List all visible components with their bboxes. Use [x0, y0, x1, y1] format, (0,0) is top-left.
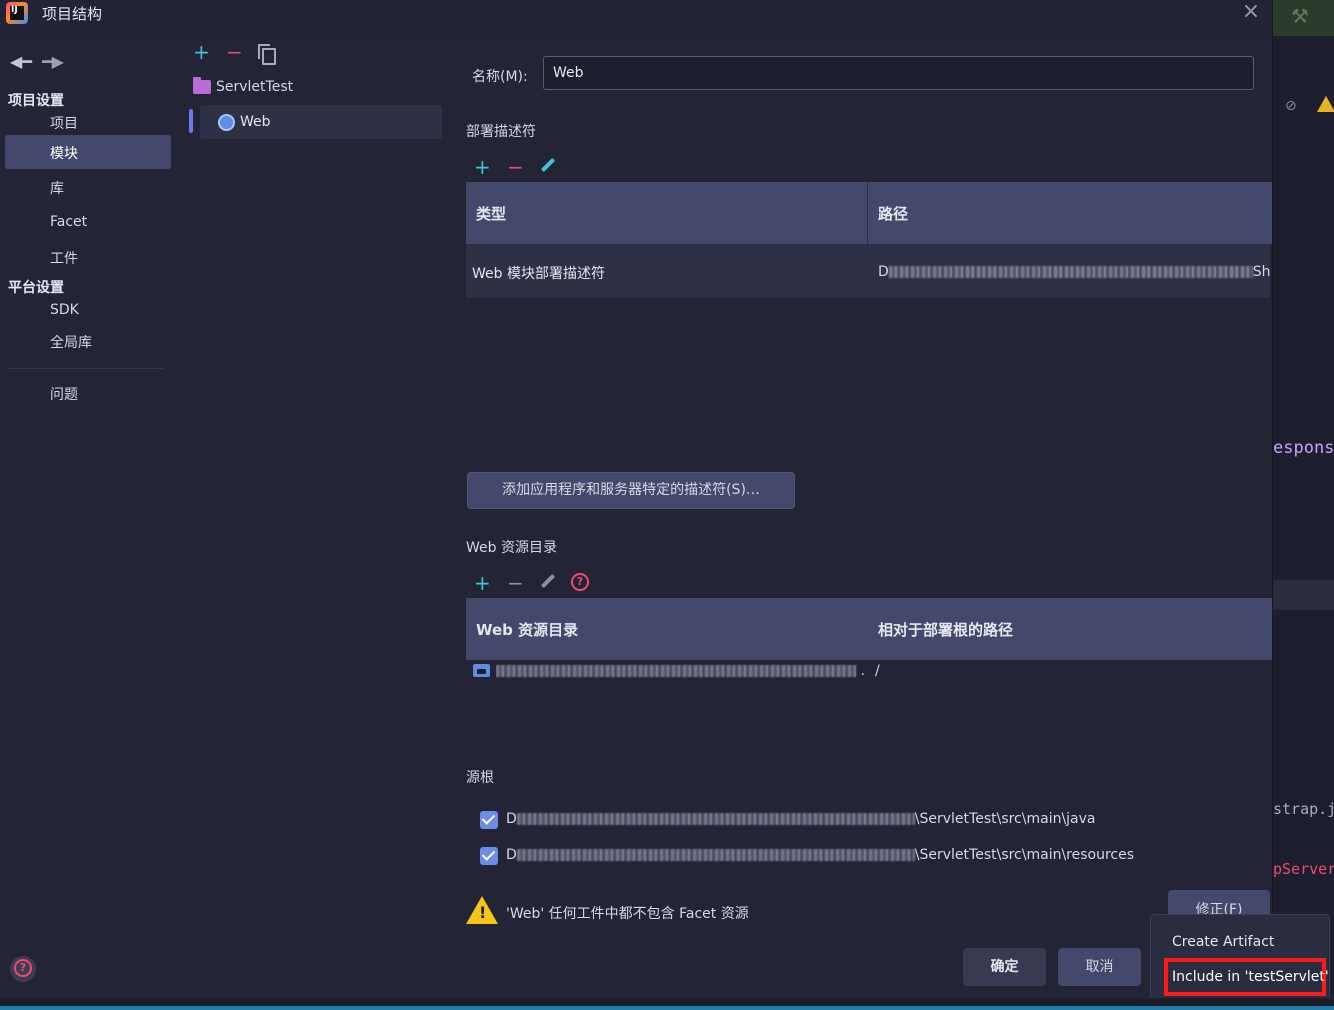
source-roots-title: 源根 — [466, 770, 494, 786]
background-code-line: espons — [1273, 438, 1334, 458]
intellij-logo-icon: IJ — [6, 2, 28, 24]
status-accent-bar — [0, 1006, 1334, 1010]
nav-item-artifacts[interactable]: 工件 — [50, 248, 78, 268]
path-suffix: \ServletTest\src\main\resources — [914, 847, 1135, 863]
remove-web-resource-button[interactable]: − — [507, 571, 524, 595]
column-divider — [867, 182, 868, 298]
column-header-type[interactable]: 类型 — [476, 203, 506, 224]
help-icon: ? — [14, 959, 32, 977]
nav-section-project-settings: 项目设置 — [8, 93, 64, 109]
arrow-left-icon[interactable]: ◀━ — [10, 52, 32, 71]
nav-item-problems[interactable]: 问题 — [50, 384, 78, 404]
edit-descriptor-icon[interactable] — [539, 158, 555, 174]
web-resources-title: Web 资源目录 — [466, 540, 557, 556]
arrow-right-icon[interactable]: ━▶ — [42, 52, 64, 71]
path-suffix: \ServletTest\src\main\java — [914, 811, 1096, 827]
window-title: 项目结构 — [42, 5, 103, 23]
descriptors-table-header — [466, 182, 1272, 244]
close-icon[interactable]: × — [1240, 1, 1262, 24]
nav-item-modules[interactable]: 模块 — [50, 143, 78, 163]
nav-item-facets[interactable]: Facet — [50, 214, 87, 230]
source-root-path: D \ServletTest\src\main\java — [506, 811, 1096, 827]
edit-web-resource-icon[interactable] — [539, 574, 555, 590]
source-root-checkbox[interactable] — [480, 811, 498, 829]
add-server-descriptor-button[interactable]: 添加应用程序和服务器特定的描述符(S)… — [467, 472, 795, 509]
background-code-line: pServer — [1273, 860, 1334, 878]
redacted-path — [516, 813, 915, 825]
nav-item-project[interactable]: 项目 — [50, 113, 78, 133]
menu-item-create-artifact[interactable]: Create Artifact — [1172, 934, 1274, 950]
relative-path-cell[interactable]: / — [875, 663, 880, 679]
copy-icon[interactable] — [258, 44, 276, 65]
nav-item-modules-selected[interactable] — [5, 135, 171, 169]
module-folder-icon — [193, 77, 211, 94]
help-icon[interactable]: ? — [571, 573, 589, 591]
source-root-checkbox[interactable] — [480, 847, 498, 865]
column-header-relative-path[interactable]: 相对于部署根的路径 — [878, 619, 1013, 640]
descriptors-title: 部署描述符 — [466, 124, 536, 140]
remove-descriptor-button[interactable]: − — [507, 155, 524, 179]
eye-hidden-icon: ⊘ — [1285, 98, 1297, 114]
nav-item-libraries[interactable]: 库 — [50, 178, 64, 198]
tree-item-web[interactable]: Web — [240, 114, 271, 130]
redacted-path — [888, 266, 1253, 278]
remove-module-button[interactable]: − — [226, 42, 243, 62]
nav-item-sdk[interactable]: SDK — [50, 302, 79, 318]
title-bar — [0, 0, 1272, 36]
tree-item-root[interactable]: ServletTest — [216, 79, 293, 95]
tree-item-web-selected[interactable] — [200, 105, 442, 139]
column-header-web-resource[interactable]: Web 资源目录 — [476, 619, 578, 640]
folder-icon — [473, 664, 490, 677]
nav-divider — [8, 368, 164, 369]
descriptor-type-cell: Web 模块部署描述符 — [472, 266, 605, 282]
warning-text: 'Web' 任何工件中都不包含 Facet 资源 — [506, 906, 749, 922]
redacted-path — [516, 849, 915, 861]
background-code-line: strap.j — [1273, 800, 1334, 818]
web-facet-icon — [218, 114, 235, 131]
hammer-icon: ⚒ — [1291, 4, 1309, 28]
path-prefix: D — [878, 264, 889, 280]
background-editor: ⚒ ⊘ espons strap.j pServer — [1272, 0, 1334, 1010]
source-root-path: D \ServletTest\src\main\resources — [506, 847, 1134, 863]
path-suffix: Sh — [1252, 264, 1270, 280]
warning-mark: ! — [479, 903, 487, 922]
path-suffix: .. — [860, 663, 866, 679]
ok-button[interactable]: 确定 — [963, 948, 1046, 986]
web-resources-table-header — [466, 598, 1272, 660]
add-descriptor-button[interactable]: + — [474, 155, 491, 179]
menu-item-include-in-artifact[interactable]: Include in 'testServlet' — [1172, 969, 1329, 985]
path-prefix: D — [506, 847, 517, 863]
background-line-highlight — [1273, 580, 1334, 610]
column-header-path[interactable]: 路径 — [878, 203, 908, 224]
name-field[interactable] — [543, 56, 1254, 90]
nav-section-platform-settings: 平台设置 — [8, 280, 64, 296]
descriptor-path-cell: D Sh — [878, 264, 1270, 280]
path-prefix: D — [506, 811, 517, 827]
warning-icon — [1317, 96, 1334, 112]
name-label: 名称(M): — [472, 69, 528, 85]
add-module-button[interactable]: + — [193, 42, 210, 62]
web-resource-path-cell[interactable]: .. — [496, 663, 866, 679]
redacted-path — [496, 665, 856, 677]
help-button[interactable]: ? — [10, 956, 36, 982]
cancel-button[interactable]: 取消 — [1058, 948, 1141, 986]
tree-selection-marker — [189, 109, 193, 133]
nav-item-global-libraries[interactable]: 全局库 — [50, 332, 92, 352]
add-web-resource-button[interactable]: + — [474, 571, 491, 595]
